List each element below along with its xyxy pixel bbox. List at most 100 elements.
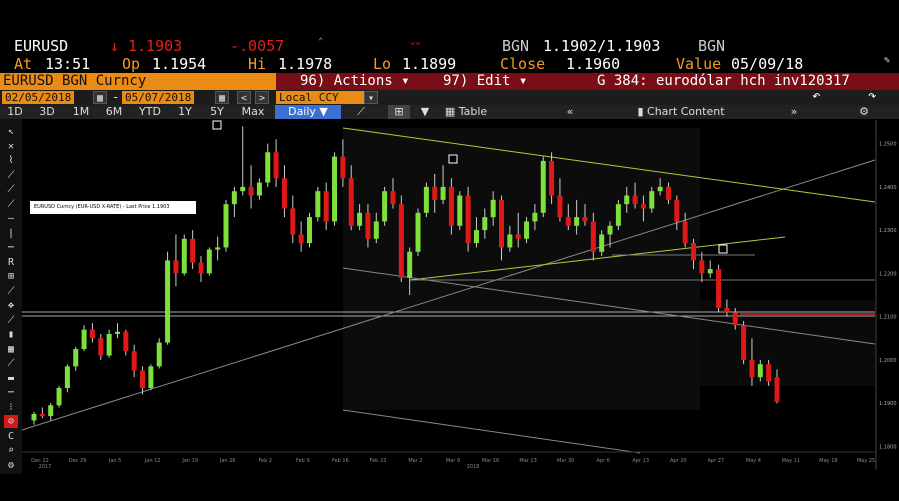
candle [490, 199, 496, 218]
candle [448, 186, 454, 226]
candle [615, 204, 621, 226]
candle [640, 204, 646, 209]
candle [373, 221, 379, 239]
x-tick-label: Jan 19 [181, 458, 198, 464]
y-tick-label: 1.2500 [879, 142, 897, 148]
candle [140, 370, 146, 388]
y-axis: 1.2500 1.2400 1.2300 1.2200 1.2100 1.2000 1.19… [875, 120, 897, 470]
x-tick-label: Feb 23 [370, 458, 387, 464]
highlight-region [700, 300, 875, 386]
candle [732, 312, 738, 326]
candle [248, 186, 254, 196]
candle [649, 191, 655, 209]
candle [557, 195, 563, 218]
x-tick-label: Mar 23 [519, 458, 536, 464]
candle [398, 204, 404, 278]
candle [707, 269, 713, 274]
x-tick-label: Mar 9 [446, 458, 460, 464]
candle [265, 152, 271, 183]
marker-icon [718, 244, 728, 254]
candle [89, 329, 95, 339]
candle [340, 156, 346, 179]
candle [114, 331, 120, 334]
candle [716, 269, 722, 308]
y-tick-label: 1.2100 [879, 315, 897, 321]
x-tick-label: Apr 20 [670, 458, 687, 464]
x-tick-label: Jan 26 [219, 458, 236, 464]
candle [407, 251, 413, 278]
candle [774, 377, 780, 402]
price-chart[interactable]: 1.2500 1.2400 1.2300 1.2200 1.2100 1.2000 1.19… [0, 0, 899, 501]
candle [332, 156, 338, 222]
candle [757, 364, 763, 378]
x-tick-label: May 18 [819, 458, 837, 464]
x-tick-label: Apr 13 [632, 458, 649, 464]
candle [290, 208, 296, 235]
candle [457, 195, 463, 226]
candle [64, 366, 70, 388]
x-year-label: 2018 [467, 464, 480, 470]
candle [699, 260, 705, 274]
candle [190, 238, 196, 263]
x-tick-label: Mar 2 [408, 458, 422, 464]
x-tick-label: May 25 [857, 458, 875, 464]
candle [741, 325, 747, 360]
marker-icon [212, 120, 222, 130]
candle [382, 191, 388, 222]
x-tick-label: Apr 27 [708, 458, 725, 464]
candle [590, 221, 596, 252]
candle [156, 342, 162, 367]
x-tick-label: Apr 6 [596, 458, 609, 464]
candle [98, 338, 104, 356]
trend-line [342, 409, 641, 454]
candle [665, 186, 671, 200]
candle [582, 217, 588, 222]
x-tick-label: Mar 16 [482, 458, 499, 464]
candle [515, 234, 521, 239]
candle [73, 349, 79, 367]
x-tick-label: Feb 16 [332, 458, 349, 464]
candle [173, 260, 179, 274]
candle [223, 204, 229, 248]
candle [499, 199, 505, 248]
x-tick-label: Dec 29 [69, 458, 87, 464]
candle [632, 195, 638, 205]
candle [465, 195, 471, 244]
candle [749, 359, 755, 378]
candle [549, 160, 555, 196]
candle [657, 186, 663, 192]
candle [39, 413, 45, 417]
annotation-layer [21, 120, 876, 454]
candle [306, 217, 312, 244]
candle [766, 364, 772, 382]
x-tick-label: Feb 2 [258, 458, 272, 464]
candle [48, 405, 54, 417]
candle [273, 152, 279, 179]
candle [607, 225, 613, 235]
candle [281, 178, 287, 209]
candle [691, 243, 697, 261]
candle [123, 331, 129, 352]
y-tick-label: 1.2000 [879, 358, 897, 364]
x-tick-label: Mar 30 [557, 458, 574, 464]
x-tick-label: May 11 [782, 458, 800, 464]
candle [565, 217, 571, 226]
candle [31, 413, 37, 421]
y-tick-label: 1.1900 [879, 401, 897, 407]
candle [540, 160, 546, 213]
candle [674, 199, 680, 222]
candle [724, 307, 730, 313]
candle [56, 387, 62, 406]
candle [415, 212, 421, 252]
candle [390, 191, 396, 205]
candle [206, 249, 212, 274]
x-axis: Dec 22 Dec 29 Jan 5 Jan 12 Jan 19 Jan 26 Feb 2… [22, 451, 876, 470]
candle [315, 191, 321, 218]
y-tick-label: 1.2300 [879, 228, 897, 234]
candle [181, 238, 187, 274]
candle [423, 186, 429, 213]
candle [440, 186, 446, 200]
y-tick-label: 1.2200 [879, 271, 897, 277]
candle [574, 217, 580, 226]
candle [432, 186, 438, 200]
